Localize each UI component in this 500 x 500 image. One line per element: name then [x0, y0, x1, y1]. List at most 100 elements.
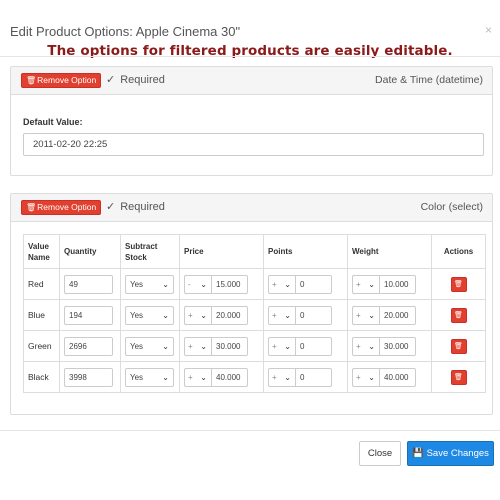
trash-icon: 🗑 [454, 311, 463, 319]
quantity-cell: 49 [59, 268, 121, 300]
price-prefix-select[interactable]: + ⌄ [184, 367, 211, 387]
panel-heading: 🗑Remove Option ✓ Required Date & Time (da… [11, 67, 492, 95]
value-name-cell: Blue [23, 299, 60, 331]
option-type-label: Color (select) [420, 201, 483, 213]
trash-icon: 🗑 [454, 373, 463, 381]
price-prefix-select[interactable]: + ⌄ [184, 336, 211, 356]
delete-value-button[interactable]: 🗑 [450, 307, 467, 323]
remove-option-label: Remove Option [37, 75, 97, 85]
required-indicator[interactable]: ✓ Required [106, 200, 165, 213]
points-cell: + ⌄ 0 [263, 361, 348, 393]
points-prefix-select[interactable]: + ⌄ [268, 336, 295, 356]
chevron-down-icon: ⌄ [284, 372, 291, 382]
footer-divider [0, 430, 500, 431]
subtract-stock-select[interactable]: Yes ⌄ [125, 305, 174, 325]
chevron-down-icon: ⌄ [200, 341, 207, 351]
subtract-cell: Yes ⌄ [120, 361, 180, 393]
weight-prefix-select[interactable]: + ⌄ [352, 367, 379, 387]
save-changes-button[interactable]: 💾 Save Changes [407, 441, 494, 466]
subtract-cell: Yes ⌄ [120, 299, 180, 331]
price-prefix-value: - [188, 279, 191, 289]
trash-icon: 🗑 [454, 342, 463, 350]
points-input[interactable]: 0 [295, 274, 332, 294]
price-input[interactable]: 15.000 [211, 274, 248, 294]
weight-cell: + ⌄ 30.000 [347, 330, 432, 362]
quantity-cell: 2696 [59, 330, 121, 362]
chevron-down-icon: ⌄ [162, 372, 169, 382]
weight-input[interactable]: 10.000 [379, 274, 416, 294]
quantity-input[interactable]: 2696 [64, 336, 113, 356]
chevron-down-icon: ⌄ [162, 279, 169, 289]
option-type-label: Date & Time (datetime) [375, 74, 483, 86]
quantity-input[interactable]: 49 [64, 274, 113, 294]
price-prefix-select[interactable]: + ⌄ [184, 305, 211, 325]
delete-value-button[interactable]: 🗑 [450, 369, 467, 385]
weight-prefix-select[interactable]: + ⌄ [352, 336, 379, 356]
column-header: Weight [347, 234, 432, 269]
chevron-down-icon: ⌄ [284, 279, 291, 289]
quantity-input[interactable]: 3998 [64, 367, 113, 387]
table-row: Green 2696 Yes ⌄ + ⌄ 30.000 + ⌄ 0 + ⌄ 30.000 🗑 [23, 330, 486, 362]
subtract-stock-select[interactable]: Yes ⌄ [125, 336, 174, 356]
check-icon: ✓ [106, 201, 116, 213]
subtract-stock-value: Yes [130, 372, 144, 382]
chevron-down-icon: ⌄ [368, 279, 375, 289]
close-icon[interactable]: × [485, 24, 492, 36]
points-prefix-select[interactable]: + ⌄ [268, 367, 295, 387]
price-input[interactable]: 20.000 [211, 305, 248, 325]
chevron-down-icon: ⌄ [284, 310, 291, 320]
delete-value-button[interactable]: 🗑 [450, 338, 467, 354]
subtract-cell: Yes ⌄ [120, 330, 180, 362]
default-value-input[interactable]: 2011-02-20 22:25 [23, 133, 484, 156]
table-row: Black 3998 Yes ⌄ + ⌄ 40.000 + ⌄ 0 + ⌄ 40.000 🗑 [23, 361, 486, 393]
weight-prefix-select[interactable]: + ⌄ [352, 274, 379, 294]
header-divider [0, 56, 500, 57]
weight-prefix-value: + [356, 310, 361, 320]
actions-cell: 🗑 [431, 299, 486, 331]
weight-input[interactable]: 40.000 [379, 367, 416, 387]
weight-prefix-select[interactable]: + ⌄ [352, 305, 379, 325]
quantity-input[interactable]: 194 [64, 305, 113, 325]
points-input[interactable]: 0 [295, 367, 332, 387]
close-button[interactable]: Close [359, 441, 401, 466]
price-prefix-value: + [188, 310, 193, 320]
subtract-stock-select[interactable]: Yes ⌄ [125, 274, 174, 294]
chevron-down-icon: ⌄ [200, 279, 207, 289]
value-name-cell: Red [23, 268, 60, 300]
price-input[interactable]: 30.000 [211, 336, 248, 356]
points-prefix-select[interactable]: + ⌄ [268, 305, 295, 325]
value-name: Blue [28, 310, 46, 320]
points-cell: + ⌄ 0 [263, 268, 348, 300]
subtract-stock-select[interactable]: Yes ⌄ [125, 367, 174, 387]
column-header: Quantity [59, 234, 121, 269]
points-input[interactable]: 0 [295, 336, 332, 356]
required-label: Required [120, 74, 165, 86]
price-cell: + ⌄ 20.000 [179, 299, 264, 331]
option-values-table: Value Name Quantity Subtract Stock Price… [23, 234, 486, 393]
points-cell: + ⌄ 0 [263, 299, 348, 331]
value-name: Green [28, 341, 52, 351]
points-prefix-select[interactable]: + ⌄ [268, 274, 295, 294]
value-name-cell: Black [23, 361, 60, 393]
panel-heading: 🗑Remove Option ✓ Required Color (select) [11, 194, 492, 222]
weight-cell: + ⌄ 40.000 [347, 361, 432, 393]
chevron-down-icon: ⌄ [162, 341, 169, 351]
required-indicator[interactable]: ✓ Required [106, 73, 165, 86]
points-cell: + ⌄ 0 [263, 330, 348, 362]
chevron-down-icon: ⌄ [368, 341, 375, 351]
weight-cell: + ⌄ 20.000 [347, 299, 432, 331]
table-header-row: Value Name Quantity Subtract Stock Price… [23, 234, 486, 269]
save-changes-label: Save Changes [426, 448, 489, 459]
price-input[interactable]: 40.000 [211, 367, 248, 387]
price-prefix-select[interactable]: - ⌄ [184, 274, 211, 294]
delete-value-button[interactable]: 🗑 [450, 276, 467, 292]
weight-input[interactable]: 30.000 [379, 336, 416, 356]
weight-input[interactable]: 20.000 [379, 305, 416, 325]
table-row: Blue 194 Yes ⌄ + ⌄ 20.000 + ⌄ 0 + ⌄ 20.000 🗑 [23, 299, 486, 331]
remove-option-button[interactable]: 🗑Remove Option [21, 200, 102, 215]
points-input[interactable]: 0 [295, 305, 332, 325]
remove-option-button[interactable]: 🗑Remove Option [21, 73, 102, 88]
weight-prefix-value: + [356, 372, 361, 382]
required-label: Required [120, 201, 165, 213]
quantity-cell: 3998 [59, 361, 121, 393]
